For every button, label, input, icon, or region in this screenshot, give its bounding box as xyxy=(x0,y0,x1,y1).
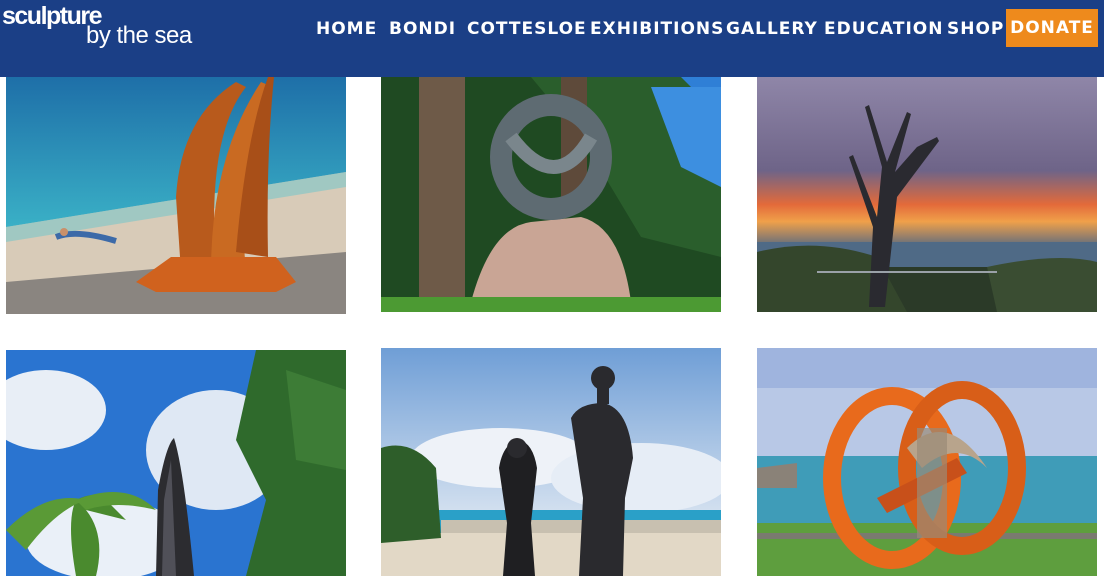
gallery-image-figures[interactable] xyxy=(381,348,721,576)
nav-exhibitions[interactable]: EXHIBITIONS xyxy=(590,18,724,40)
nav-shop[interactable]: SHOP xyxy=(947,18,1004,40)
nav-education[interactable]: EDUCATION xyxy=(824,18,943,40)
nav-bondi[interactable]: BONDI xyxy=(389,18,456,40)
gallery-image-stone-knot[interactable] xyxy=(381,77,721,312)
gallery-image-orange-rings[interactable] xyxy=(757,348,1097,576)
logo-line-2: by the sea xyxy=(86,22,192,49)
nav-cottesloe[interactable]: COTTESLOE xyxy=(467,18,587,40)
nav-home[interactable]: HOME xyxy=(316,18,377,40)
nav-gallery[interactable]: GALLERY xyxy=(726,18,818,40)
gallery-image-sunset-tree[interactable] xyxy=(757,77,1097,312)
site-logo[interactable]: sculpture by the sea xyxy=(0,2,210,52)
site-header: sculpture by the sea HOME BONDI COTTESLO… xyxy=(0,0,1104,77)
donate-button[interactable]: DONATE xyxy=(1006,9,1098,47)
gallery-image-obelisk[interactable] xyxy=(6,350,346,576)
gallery-image-rust-flame[interactable] xyxy=(6,77,346,314)
